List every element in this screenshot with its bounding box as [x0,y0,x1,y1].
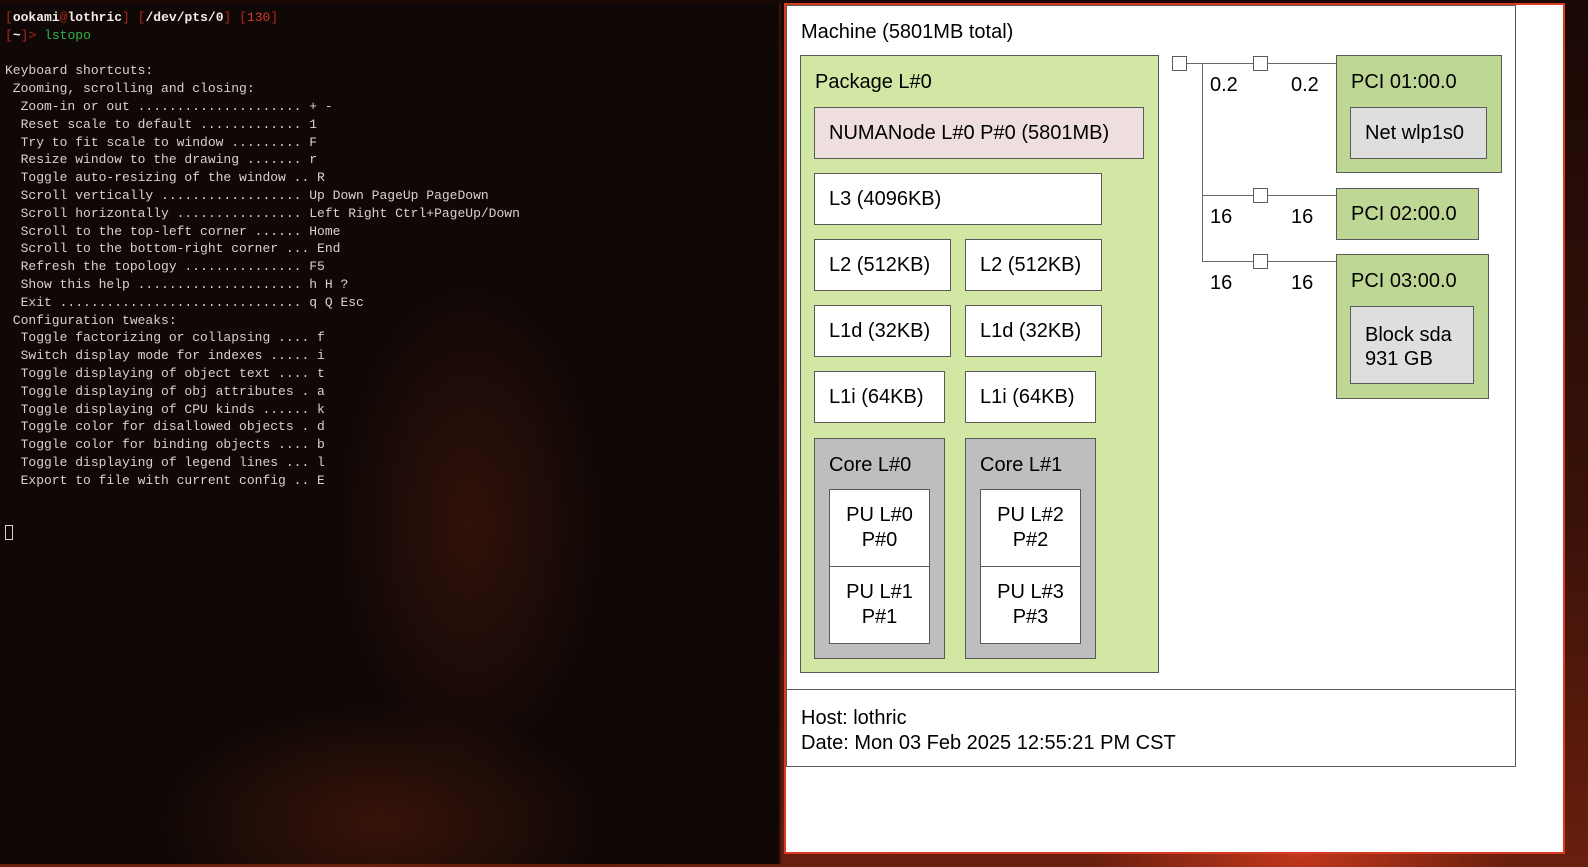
legend-host: Host: lothric [801,707,907,729]
help-line: Resize window to the drawing ....... r [5,152,318,168]
pu-label: PU L#0 [846,504,913,526]
core-label: Core L#1 [980,454,1063,476]
pci-bridge-square[interactable] [1253,188,1268,203]
numa-node-box[interactable]: NUMANode L#0 P#0 (5801MB) [814,107,1144,159]
help-line: Keyboard shortcuts: [5,63,154,79]
prompt-command: lstopo [44,27,91,43]
block-device-name: Block sda [1365,324,1452,346]
help-output: Keyboard shortcuts: Zooming, scrolling a… [5,45,779,490]
bus-trunk-line [1202,63,1203,262]
net-device-label: Net wlp1s0 [1365,122,1464,144]
block-device-box[interactable]: Block sda 931 GB [1350,306,1474,384]
prompt-exit-code: 130 [246,10,271,25]
help-line: Scroll to the top-left corner ...... Hom… [5,223,341,239]
block-device-size: 931 GB [1365,348,1433,370]
pci-device-box-1[interactable]: PCI 02:00.0 [1336,188,1479,240]
help-line: Toggle displaying of object text .... t [5,365,325,381]
net-device-box[interactable]: Net wlp1s0 [1350,107,1487,159]
l2-cache-label: L2 (512KB) [829,254,931,276]
legend-date: Date: Mon 03 Feb 2025 12:55:21 PM CST [801,732,1176,754]
terminal-window[interactable]: [ookami@lothric] [/dev/pts/0] [130] [~]>… [0,3,781,864]
prompt-host: lothric [67,10,123,25]
link-bandwidth-label: 16 [1210,272,1233,294]
help-line: Toggle displaying of obj attributes . a [5,383,325,399]
pci-bridge-square[interactable] [1253,254,1268,269]
pu-label: PU L#3 [997,581,1064,603]
help-line [5,45,779,63]
package-label: Package L#0 [815,71,932,93]
pu-physical-index: P#2 [1012,529,1049,551]
pci-device-label: PCI 03:00.0 [1351,270,1457,292]
pu-box-0[interactable]: PU L#0 P#0 [829,489,930,567]
lstopo-window[interactable]: Machine (5801MB total) Package L#0 NUMAN… [784,3,1565,854]
link-bandwidth-label: 0.2 [1291,74,1319,96]
prompt-tty: /dev/pts/0 [145,10,224,25]
prompt-line-1: [ookami@lothric] [/dev/pts/0] [130] [5,10,279,25]
l3-cache-box[interactable]: L3 (4096KB) [814,173,1102,225]
machine-label: Machine (5801MB total) [801,21,1014,43]
pu-label: PU L#2 [997,504,1064,526]
l1i-cache-label: L1i (64KB) [829,386,924,408]
pci-device-label: PCI 02:00.0 [1351,203,1457,225]
l2-cache-box-0[interactable]: L2 (512KB) [814,239,951,291]
pu-physical-index: P#1 [861,606,898,628]
help-line: Try to fit scale to window ......... F [5,134,318,150]
prompt-line-2: [~]> lstopo [5,27,91,43]
help-line: Toggle factorizing or collapsing .... f [5,330,325,346]
pu-box-2[interactable]: PU L#2 P#2 [980,489,1081,567]
help-line: Zooming, scrolling and closing: [5,81,255,97]
help-line: Switch display mode for indexes ..... i [5,348,325,364]
help-line: Toggle auto-resizing of the window .. R [5,170,325,186]
pci-device-label: PCI 01:00.0 [1351,71,1457,93]
numa-node-label: NUMANode L#0 P#0 (5801MB) [829,122,1110,144]
pci-bridge-square[interactable] [1253,56,1268,71]
bus-link-line [1202,261,1336,262]
l1i-cache-label: L1i (64KB) [980,386,1075,408]
pu-box-3[interactable]: PU L#3 P#3 [980,566,1081,644]
link-bandwidth-label: 16 [1291,206,1314,228]
help-line: Toggle displaying of legend lines ... l [5,454,325,470]
prompt-user: ookami [12,10,60,25]
help-line: Configuration tweaks: [5,312,177,328]
prompt-arrow: > [28,27,37,43]
l1d-cache-label: L1d (32KB) [980,320,1082,342]
legend-box: Host: lothric Date: Mon 03 Feb 2025 12:5… [786,689,1516,767]
pu-physical-index: P#3 [1012,606,1049,628]
l1d-cache-box-0[interactable]: L1d (32KB) [814,305,951,357]
host-bridge-square[interactable] [1172,56,1187,71]
help-line: Show this help ..................... h H… [5,276,349,292]
l3-cache-label: L3 (4096KB) [829,188,942,210]
link-bandwidth-label: 16 [1210,206,1233,228]
help-line: Zoom-in or out ..................... + - [5,98,333,114]
help-line: Toggle color for binding objects .... b [5,437,325,453]
text-cursor [5,524,13,540]
l1i-cache-box-1[interactable]: L1i (64KB) [965,371,1096,423]
core-label: Core L#0 [829,454,912,476]
bus-link-line [1202,195,1336,196]
prompt-cwd: ~ [12,27,21,43]
help-line: Reset scale to default ............. 1 [5,116,318,132]
help-line: Toggle displaying of CPU kinds ...... k [5,401,325,417]
link-bandwidth-label: 0.2 [1210,74,1238,96]
l2-cache-box-1[interactable]: L2 (512KB) [965,239,1102,291]
l1d-cache-box-1[interactable]: L1d (32KB) [965,305,1102,357]
l2-cache-label: L2 (512KB) [980,254,1082,276]
help-line: Toggle color for disallowed objects . d [5,419,325,435]
help-line: Scroll to the bottom-right corner ... En… [5,241,341,257]
l1i-cache-box-0[interactable]: L1i (64KB) [814,371,945,423]
pu-physical-index: P#0 [861,529,898,551]
pu-box-1[interactable]: PU L#1 P#1 [829,566,930,644]
help-line: Exit ............................... q Q… [5,294,364,310]
pu-label: PU L#1 [846,581,913,603]
help-line: Scroll horizontally ................ Lef… [5,205,520,221]
link-bandwidth-label: 16 [1291,272,1314,294]
l1d-cache-label: L1d (32KB) [829,320,931,342]
help-line: Export to file with current config .. E [5,472,325,488]
help-line: Refresh the topology ............... F5 [5,259,325,275]
help-line: Scroll vertically .................. Up … [5,187,489,203]
cursor-line[interactable] [5,524,779,542]
